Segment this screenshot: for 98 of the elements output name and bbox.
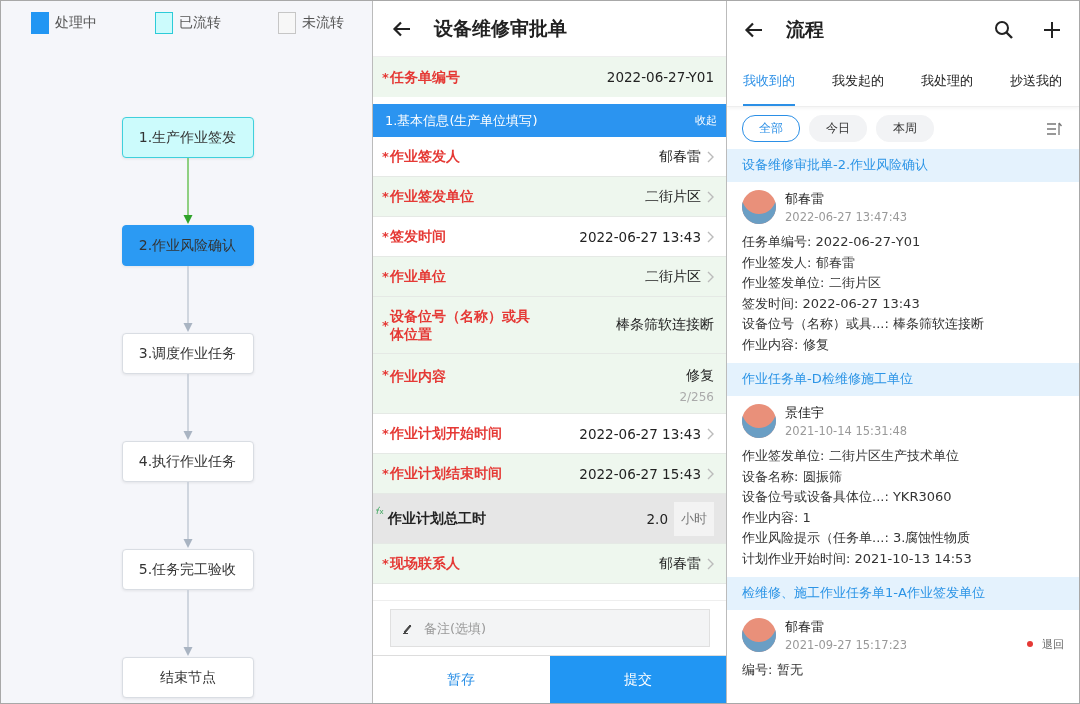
detail-line: 设备位号或设备具体位...: YKR3060: [742, 488, 953, 506]
formula-icon: [374, 506, 384, 515]
char-counter: 2/256: [679, 390, 714, 404]
field-value[interactable]: 二街片区: [645, 187, 701, 206]
sender-name: 郁春雷: [785, 618, 825, 636]
required-mark: *: [382, 426, 389, 441]
field-value[interactable]: 2022-06-27 15:43: [579, 465, 701, 482]
field-label: 作业单位: [389, 267, 446, 286]
page-title: 流程: [786, 17, 824, 42]
legend-label: 未流转: [302, 14, 344, 32]
flow-node[interactable]: 1.生产作业签发: [121, 117, 254, 158]
flow-node[interactable]: 2.作业风险确认: [121, 225, 254, 266]
back-icon[interactable]: [744, 20, 764, 40]
section-title: 1.基本信息(生产单位填写): [385, 111, 538, 130]
connector-arrow: [183, 590, 192, 656]
timestamp: 2022-06-27 13:47:43: [785, 210, 908, 224]
legend-swatch: [154, 12, 173, 34]
avatar: [742, 190, 776, 224]
field-label: 作业计划结束时间: [389, 464, 502, 483]
chevron-icon: [707, 150, 714, 163]
tab[interactable]: 我发起的: [832, 59, 884, 106]
field-label: 现场联系人: [389, 554, 460, 573]
field-label: 任务单编号: [389, 67, 460, 87]
field-label: 设备位号（名称）或具体位置: [389, 306, 530, 344]
tab[interactable]: 抄送我的: [1010, 59, 1062, 106]
chevron-icon: [707, 557, 714, 570]
required-mark: *: [382, 556, 389, 571]
sender-name: 景佳宇: [785, 404, 825, 422]
field-value[interactable]: 二街片区: [645, 267, 701, 286]
field-label: 作业计划开始时间: [389, 424, 502, 443]
chevron-icon: [707, 427, 714, 440]
field-value[interactable]: 2022-06-27 13:43: [579, 228, 701, 245]
detail-line: 作业内容: 1: [742, 508, 812, 527]
field-value[interactable]: 2022-06-27 13:43: [579, 425, 701, 442]
detail-line: 任务单编号: 2022-06-27-Y01: [742, 233, 922, 251]
flow-node[interactable]: 4.执行作业任务: [121, 441, 254, 482]
chevron-icon: [707, 230, 714, 243]
required-mark: *: [382, 367, 389, 382]
detail-line: 计划作业开始时间: 2021-10-13 14:53: [742, 549, 973, 568]
chevron-icon: [707, 270, 714, 283]
required-mark: *: [382, 69, 389, 85]
flow-node[interactable]: 结束节点: [121, 657, 254, 698]
filter-chip[interactable]: 全部: [742, 115, 800, 142]
detail-line: 编号: 暂无: [742, 661, 804, 679]
search-icon[interactable]: [994, 20, 1014, 40]
field-label: 作业签发人: [389, 147, 460, 166]
detail-line: 作业风险提示（任务单...: 3.腐蚀性物质: [742, 529, 972, 547]
tab[interactable]: 我收到的: [743, 59, 795, 106]
field-label: 作业内容: [389, 367, 446, 386]
required-mark: *: [382, 269, 389, 284]
legend-label: 处理中: [55, 14, 97, 32]
detail-line: 作业签发单位: 二街片区生产技术单位: [742, 447, 960, 465]
required-mark: *: [382, 317, 389, 333]
field-value[interactable]: 郁春雷: [659, 554, 701, 573]
field-value[interactable]: 修复: [686, 367, 714, 385]
detail-line: 作业签发人: 郁春雷: [742, 253, 856, 272]
chevron-icon: [707, 190, 714, 203]
add-icon[interactable]: [1042, 20, 1062, 40]
detail-line: 设备名称: 圆振筛: [742, 467, 843, 486]
legend-swatch: [278, 12, 296, 34]
avatar: [742, 618, 776, 652]
field-value[interactable]: 棒条筛软连接断: [616, 316, 714, 334]
pencil-icon: [402, 622, 414, 634]
field-label: 作业签发单位: [389, 187, 474, 206]
detail-line: 签发时间: 2022-06-27 13:43: [742, 294, 921, 313]
field-value: 2022-06-27-Y01: [606, 69, 714, 85]
flow-node[interactable]: 5.任务完工验收: [121, 549, 254, 590]
unit-label: 小时: [674, 501, 714, 536]
connector-arrow: [183, 374, 192, 440]
status-label: 退回: [1042, 636, 1064, 652]
connector-arrow: [183, 482, 192, 548]
connector-arrow: [183, 266, 192, 332]
tab[interactable]: 我处理的: [921, 59, 973, 106]
form-title: 设备维修审批单: [434, 15, 567, 41]
field-value[interactable]: 2.0: [646, 510, 668, 527]
connector-arrow: [183, 158, 192, 224]
detail-line: 设备位号（名称）或具...: 棒条筛软连接断: [742, 315, 985, 333]
legend-swatch: [31, 12, 49, 34]
field-label: 作业计划总工时: [386, 509, 486, 528]
legend-label: 已流转: [178, 14, 221, 32]
required-mark: *: [382, 466, 389, 481]
required-mark: *: [382, 189, 389, 204]
avatar: [742, 404, 776, 438]
timestamp: 2021-09-27 15:17:23: [785, 638, 908, 652]
sender-name: 郁春雷: [785, 190, 825, 208]
sort-icon[interactable]: [1046, 121, 1062, 136]
required-mark: *: [382, 229, 389, 244]
flow-node[interactable]: 3.调度作业任务: [121, 333, 254, 374]
remark-field[interactable]: 备注(选填): [390, 609, 710, 647]
detail-line: 作业签发单位: 二街片区: [742, 274, 882, 292]
field-label: 签发时间: [389, 227, 446, 246]
filter-chip[interactable]: 本周: [876, 115, 934, 142]
timestamp: 2021-10-14 15:31:48: [785, 424, 908, 438]
required-mark: *: [382, 149, 389, 164]
detail-line: 作业内容: 修复: [742, 335, 830, 354]
chevron-icon: [707, 467, 714, 480]
filter-chip[interactable]: 今日: [809, 115, 867, 142]
field-value[interactable]: 郁春雷: [659, 147, 701, 166]
